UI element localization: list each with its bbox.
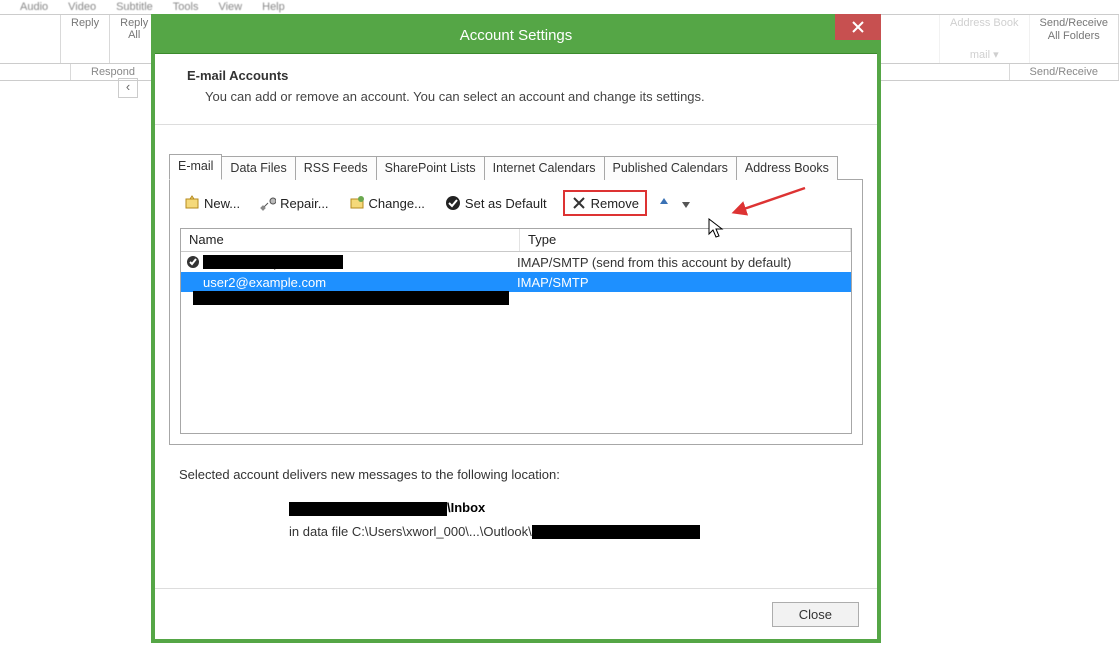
- address-book-label: Address Book: [950, 17, 1018, 29]
- change-account-button[interactable]: Change...: [345, 192, 429, 214]
- new-icon: [184, 195, 200, 211]
- tab-strip: E-mail Data Files RSS Feeds SharePoint L…: [169, 151, 863, 179]
- redaction-bar-1: [193, 291, 509, 305]
- dialog-body: E-mail Accounts You can add or remove an…: [155, 53, 877, 639]
- delivery-location-path: .\Inbox: [289, 500, 859, 516]
- email-accounts-heading: E-mail Accounts: [187, 68, 855, 83]
- account-toolbar: New... Repair... Change... Set as Defaul…: [170, 190, 862, 224]
- account-type: IMAP/SMTP: [509, 275, 851, 290]
- menu-tools[interactable]: Tools: [173, 1, 199, 13]
- account-settings-dialog: Account Settings E-mail Accounts You can…: [151, 14, 881, 643]
- accounts-list-header: Name Type: [181, 229, 851, 252]
- default-account-check-icon: [187, 256, 199, 268]
- email-accounts-desc: You can add or remove an account. You ca…: [205, 89, 855, 104]
- mail-dropdown[interactable]: mail ▾: [950, 48, 1018, 61]
- repair-account-button[interactable]: Repair...: [256, 192, 332, 214]
- close-button[interactable]: Close: [772, 602, 859, 627]
- change-label: Change...: [369, 196, 425, 211]
- new-label: New...: [204, 196, 240, 211]
- account-row[interactable]: user@example.com IMAP/SMTP (send from th…: [181, 252, 851, 272]
- inbox-suffix: \Inbox: [447, 500, 485, 515]
- new-account-button[interactable]: New...: [180, 192, 244, 214]
- tab-email[interactable]: E-mail: [169, 154, 222, 180]
- ribbon-address-book[interactable]: Address Book mail ▾: [940, 15, 1029, 63]
- nav-back-chevron[interactable]: ‹: [118, 78, 138, 98]
- menu-view[interactable]: View: [218, 1, 242, 13]
- tab-published-calendars[interactable]: Published Calendars: [604, 156, 737, 180]
- account-type: IMAP/SMTP (send from this account by def…: [509, 255, 851, 270]
- col-header-type[interactable]: Type: [520, 229, 851, 251]
- redacted-filename: [532, 525, 700, 539]
- menu-help[interactable]: Help: [262, 1, 285, 13]
- ribbon-group-respond: Respond: [71, 64, 156, 80]
- close-icon: [852, 21, 864, 33]
- remove-label: Remove: [591, 196, 639, 211]
- tab-sharepoint-lists[interactable]: SharePoint Lists: [376, 156, 485, 180]
- tab-internet-calendars[interactable]: Internet Calendars: [484, 156, 605, 180]
- email-tab-panel: New... Repair... Change... Set as Defaul…: [169, 179, 863, 445]
- tab-area: E-mail Data Files RSS Feeds SharePoint L…: [155, 125, 877, 539]
- dialog-close-x-button[interactable]: [835, 14, 881, 40]
- repair-label: Repair...: [280, 196, 328, 211]
- delivery-location-block: Selected account delivers new messages t…: [169, 445, 863, 539]
- tab-address-books[interactable]: Address Books: [736, 156, 838, 180]
- delivery-location-intro: Selected account delivers new messages t…: [179, 467, 859, 482]
- dialog-footer: Close: [155, 588, 877, 639]
- move-up-button[interactable]: [659, 195, 669, 211]
- col-header-name[interactable]: Name: [181, 229, 520, 251]
- set-default-button[interactable]: Set as Default: [441, 192, 551, 214]
- account-name-redacted: user@example.com: [203, 255, 343, 269]
- ribbon-send-receive[interactable]: Send/Receive All Folders: [1030, 15, 1119, 63]
- change-icon: [349, 195, 365, 211]
- tab-data-files[interactable]: Data Files: [221, 156, 295, 180]
- data-file-prefix: in data file C:\Users\xworl_000\...\Outl…: [289, 524, 532, 539]
- delivery-data-file-path: in data file C:\Users\xworl_000\...\Outl…: [289, 524, 859, 540]
- account-row-selected[interactable]: user2@example.com IMAP/SMTP: [181, 272, 851, 292]
- set-default-icon: [445, 195, 461, 211]
- move-down-button[interactable]: [681, 195, 691, 211]
- dialog-title: Account Settings: [460, 27, 573, 44]
- dialog-header-block: E-mail Accounts You can add or remove an…: [155, 54, 877, 125]
- app-menubar: Audio Video Subtitle Tools View Help: [0, 0, 1119, 15]
- repair-icon: [260, 195, 276, 211]
- ribbon-reply[interactable]: Reply: [71, 17, 99, 29]
- dialog-titlebar: Account Settings: [155, 18, 877, 53]
- ribbon-group-blank: [0, 64, 71, 80]
- ribbon-respond-group: Reply: [61, 15, 110, 63]
- set-default-label: Set as Default: [465, 196, 547, 211]
- menu-subtitle[interactable]: Subtitle: [116, 1, 153, 13]
- ribbon-group-sendreceive: Send/Receive: [1010, 64, 1119, 80]
- accounts-list[interactable]: Name Type user@example.com IMAP/SMTP (se…: [180, 228, 852, 434]
- ribbon-left-blank: [0, 15, 61, 63]
- tab-rss-feeds[interactable]: RSS Feeds: [295, 156, 377, 180]
- remove-account-button[interactable]: Remove: [563, 190, 647, 216]
- remove-icon: [571, 195, 587, 211]
- menu-video[interactable]: Video: [68, 1, 96, 13]
- redacted-account-name: .: [289, 502, 447, 516]
- account-name: user2@example.com: [203, 275, 326, 290]
- menu-audio[interactable]: Audio: [20, 1, 48, 13]
